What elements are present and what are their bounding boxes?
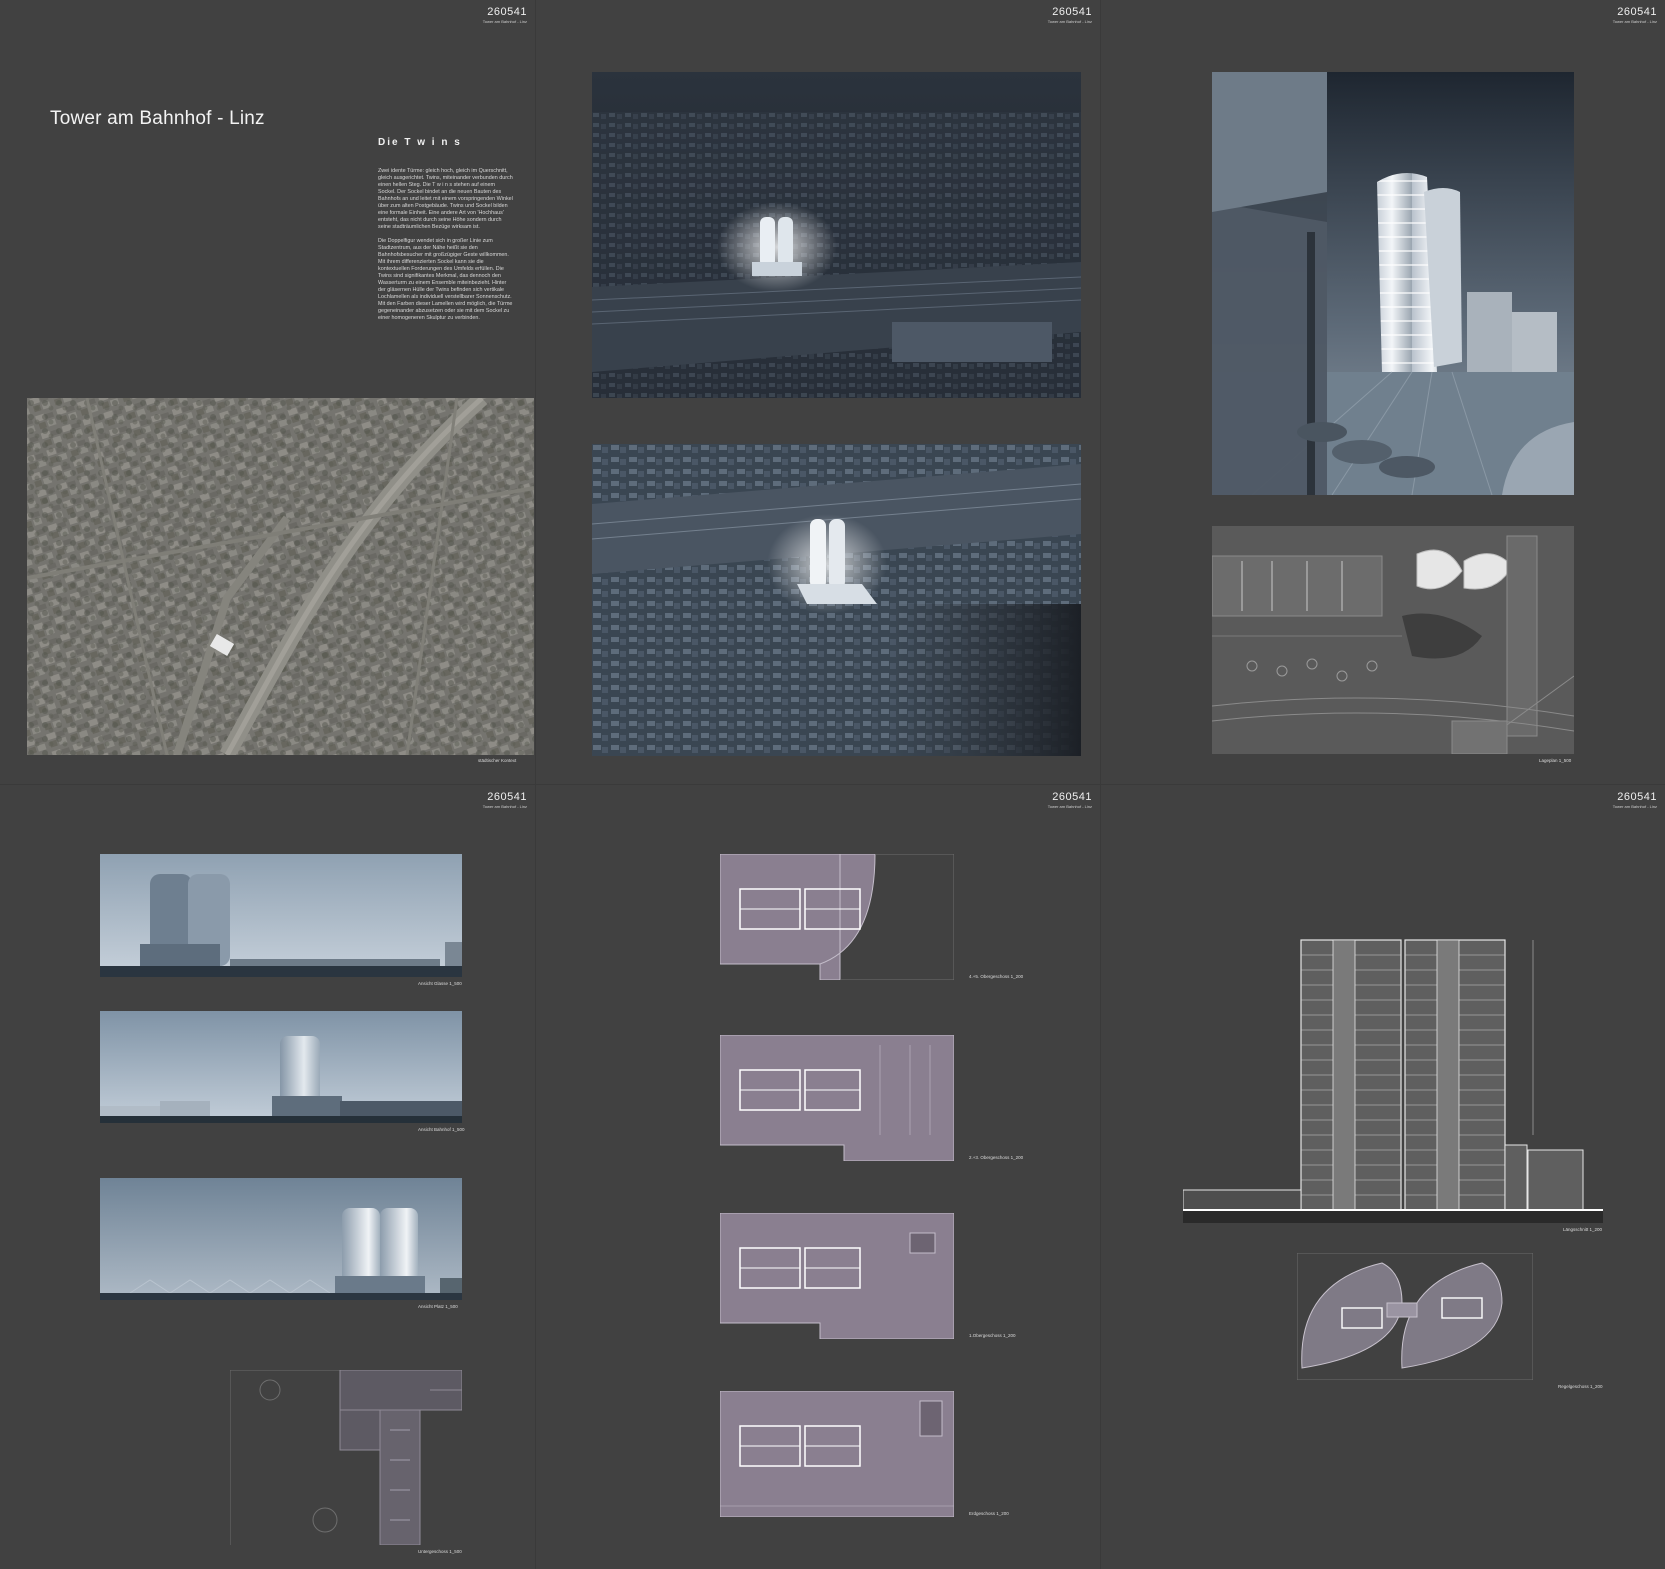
page-title: Tower am Bahnhof - Linz bbox=[50, 108, 265, 129]
page-number-text: 260541 bbox=[1617, 791, 1657, 803]
page-number-subtitle: Tower am Bahnhof - Linz bbox=[1612, 804, 1657, 809]
intro-text: Zwei idente Türme: gleich hoch, gleich i… bbox=[378, 168, 513, 329]
caption-floor-0: Erdgeschoss 1_200 bbox=[969, 1511, 1009, 1516]
page-2: 260541 Tower am Bahnhof - Linz bbox=[536, 0, 1100, 784]
caption-elevation-glasse: Ansicht Glasse 1_500 bbox=[418, 981, 462, 986]
page-5: 260541 Tower am Bahnhof - Linz 4.+5. Obe… bbox=[536, 785, 1100, 1569]
caption-elevation-platz: Ansicht Platz 1_500 bbox=[418, 1304, 458, 1309]
street-view-rendering bbox=[1212, 72, 1574, 495]
caption-floor-4: 4.+5. Obergeschoss 1_200 bbox=[969, 974, 1024, 979]
basement-plan bbox=[230, 1370, 462, 1545]
caption-basement: Untergeschoss 1_500 bbox=[418, 1549, 462, 1554]
longitudinal-section bbox=[1183, 935, 1603, 1223]
floor-plan-ground bbox=[720, 1391, 954, 1517]
elevation-platz bbox=[100, 1178, 462, 1300]
caption-siteplan: Lageplan 1_500 bbox=[1539, 758, 1572, 763]
caption-section: Längsschnitt 1_200 bbox=[1563, 1227, 1603, 1232]
page-number: 260541 Tower am Bahnhof - Linz bbox=[483, 791, 527, 809]
night-aerial-rendering-2 bbox=[592, 444, 1081, 756]
page-number-subtitle: Tower am Bahnhof - Linz bbox=[1047, 19, 1092, 24]
elevation-glasse bbox=[100, 854, 462, 977]
page-number: 260541 Tower am Bahnhof - Linz bbox=[483, 6, 527, 24]
typical-floor-plan bbox=[1297, 1253, 1533, 1380]
caption-context: städtischer Kontext bbox=[478, 758, 517, 763]
intro-paragraph: Die Doppelfigur wendet sich in großer Li… bbox=[378, 238, 513, 321]
floor-plan-2-3 bbox=[720, 1035, 954, 1161]
page-number-text: 260541 bbox=[487, 791, 527, 803]
aerial-context-image bbox=[27, 398, 534, 755]
section-subtitle: Die T w i n s bbox=[378, 137, 462, 148]
page-number-text: 260541 bbox=[1052, 791, 1092, 803]
page-number-text: 260541 bbox=[1052, 6, 1092, 18]
page-number: 260541 Tower am Bahnhof - Linz bbox=[1048, 791, 1092, 809]
page-number-text: 260541 bbox=[1617, 6, 1657, 18]
caption-typical-floor: Regelgeschoss 1_200 bbox=[1558, 1384, 1603, 1389]
page-number: 260541 Tower am Bahnhof - Linz bbox=[1613, 791, 1657, 809]
intro-paragraph: Zwei idente Türme: gleich hoch, gleich i… bbox=[378, 168, 513, 230]
caption-floor-2: 2.+3. Obergeschoss 1_200 bbox=[969, 1155, 1024, 1160]
page-3: 260541 Tower am Bahnhof - Linz Lageplan … bbox=[1101, 0, 1665, 784]
night-aerial-rendering bbox=[592, 72, 1081, 398]
page-number-text: 260541 bbox=[487, 6, 527, 18]
page-number-subtitle: Tower am Bahnhof - Linz bbox=[482, 19, 527, 24]
page-number-subtitle: Tower am Bahnhof - Linz bbox=[1612, 19, 1657, 24]
floor-plan-1 bbox=[720, 1213, 954, 1339]
page-number: 260541 Tower am Bahnhof - Linz bbox=[1613, 6, 1657, 24]
site-plan-drawing bbox=[1212, 526, 1574, 754]
page-number-subtitle: Tower am Bahnhof - Linz bbox=[1047, 804, 1092, 809]
caption-floor-1: 1.Obergeschoss 1_200 bbox=[969, 1333, 1016, 1338]
floor-plan-4-5 bbox=[720, 854, 954, 980]
page-1: 260541 Tower am Bahnhof - Linz Tower am … bbox=[0, 0, 535, 784]
elevation-bahnhof bbox=[100, 1011, 462, 1123]
page-6: 260541 Tower am Bahnhof - Linz Längsschn… bbox=[1101, 785, 1665, 1569]
caption-elevation-bahnhof: Ansicht Bahnhof 1_500 bbox=[418, 1127, 465, 1132]
page-4: 260541 Tower am Bahnhof - Linz Ansicht G… bbox=[0, 785, 535, 1569]
page-number: 260541 Tower am Bahnhof - Linz bbox=[1048, 6, 1092, 24]
page-number-subtitle: Tower am Bahnhof - Linz bbox=[482, 804, 527, 809]
